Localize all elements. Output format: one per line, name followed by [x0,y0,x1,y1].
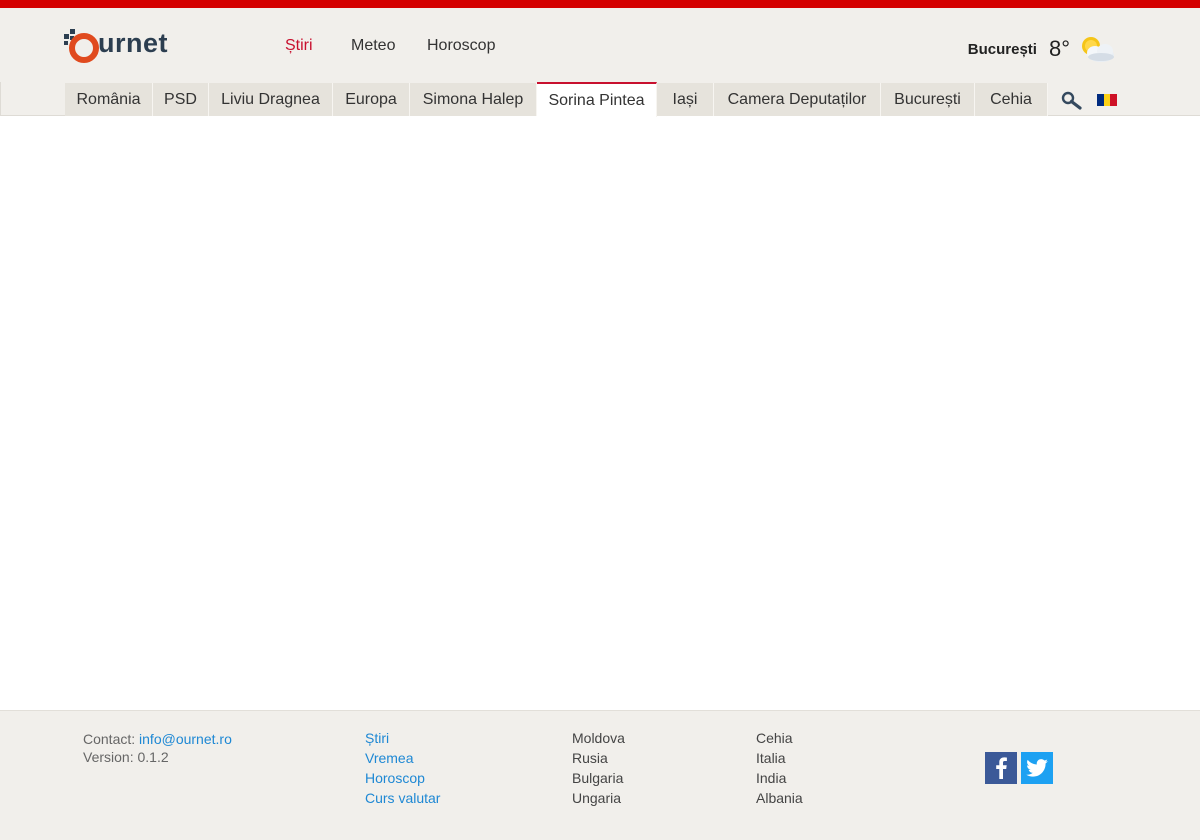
logo-wordmark: urnet [98,28,168,58]
country-link[interactable]: Bulgaria [572,768,625,788]
partly-cloudy-icon [1082,37,1114,62]
site-footer: Contact: info@ournet.ro Version: 0.1.2 Ș… [0,710,1200,840]
tab-simona-halep[interactable]: Simona Halep [410,83,537,116]
footer-contact: Contact: info@ournet.ro Version: 0.1.2 [83,730,232,766]
footer-link-curs-valutar[interactable]: Curs valutar [365,788,440,808]
tab-iasi[interactable]: Iași [657,83,714,116]
twitter-button[interactable] [1021,752,1053,784]
country-link[interactable]: Albania [756,788,803,808]
tab-camera-deputatilor[interactable]: Camera Deputaților [714,83,881,116]
tabs-divider [0,82,1,116]
facebook-icon [996,757,1007,779]
footer-countries-list: Moldova Rusia Bulgaria Ungaria [572,728,625,808]
tab-cehia[interactable]: Cehia [975,83,1048,116]
nav-item-meteo[interactable]: Meteo [351,37,395,59]
facebook-button[interactable] [985,752,1017,784]
weather-temperature: 8° [1048,36,1070,61]
footer-countries-list: Cehia Italia India Albania [756,728,803,808]
tab-liviu-dragnea[interactable]: Liviu Dragnea [209,83,333,116]
tab-bucuresti[interactable]: București [881,83,975,116]
footer-link-horoscop[interactable]: Horoscop [365,768,440,788]
topic-tabs: România PSD Liviu Dragnea Europa Simona … [0,82,1200,117]
tab-europa[interactable]: Europa [333,83,410,116]
country-link[interactable]: Rusia [572,748,625,768]
weather-widget[interactable]: București 8° [968,33,1116,65]
version-text: Version: 0.1.2 [83,749,169,765]
tab-psd[interactable]: PSD [153,83,209,116]
footer-link-stiri[interactable]: Știri [365,728,440,748]
nav-item-horoscop[interactable]: Horoscop [427,37,495,59]
country-link[interactable]: Ungaria [572,788,625,808]
top-accent-bar [0,0,1200,8]
contact-email-link[interactable]: info@ournet.ro [139,731,232,747]
search-icon[interactable] [1061,91,1083,111]
country-link[interactable]: Moldova [572,728,625,748]
contact-label: Contact: [83,731,136,747]
site-header: urnet Știri Meteo Horoscop București 8° … [0,8,1200,117]
romania-flag-icon[interactable] [1097,94,1118,106]
country-link[interactable]: Italia [756,748,803,768]
country-link[interactable]: India [756,768,803,788]
nav-item-stiri[interactable]: Știri [285,37,313,59]
tab-sorina-pintea[interactable]: Sorina Pintea [537,82,657,117]
footer-links: Știri Vremea Horoscop Curs valutar [365,728,440,808]
country-link[interactable]: Cehia [756,728,803,748]
ournet-logo[interactable]: urnet [62,27,192,67]
weather-city: București [967,40,1037,58]
logo-mark-icon [64,29,99,63]
tab-romania[interactable]: România [65,83,153,116]
twitter-icon [1026,759,1048,777]
footer-link-vremea[interactable]: Vremea [365,748,440,768]
